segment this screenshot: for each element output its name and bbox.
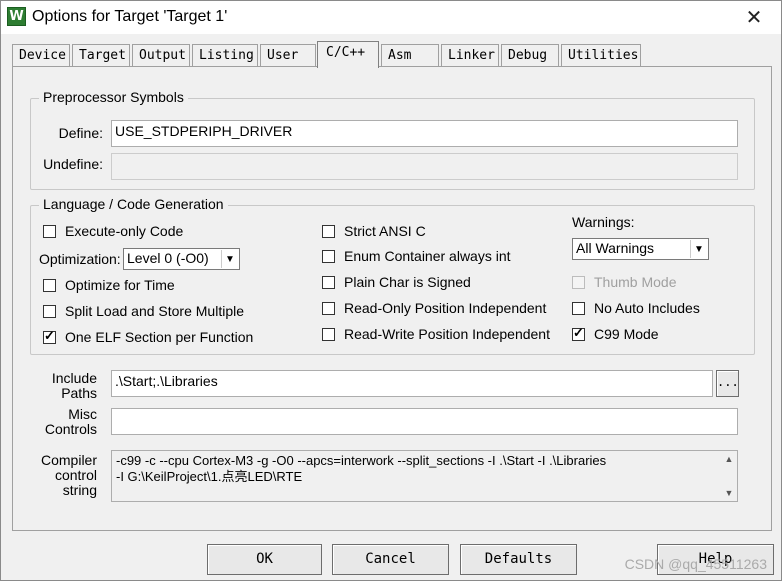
browse-include-button[interactable]: ... bbox=[716, 370, 739, 397]
strict-ansi-label: Strict ANSI C bbox=[344, 223, 426, 239]
vertical-scrollbar[interactable]: ▲ ▼ bbox=[721, 451, 737, 501]
compiler-line-1: -c99 -c --cpu Cortex-M3 -g -O0 --apcs=in… bbox=[116, 453, 607, 468]
chevron-down-icon[interactable]: ▼ bbox=[690, 240, 707, 258]
compiler-string-label: Compiler control string bbox=[31, 453, 97, 498]
thumb-mode-label: Thumb Mode bbox=[594, 274, 677, 290]
misc-controls-label: Misc Controls bbox=[31, 407, 97, 437]
compiler-label-line2: control bbox=[54, 467, 97, 483]
execute-only-label: Execute-only Code bbox=[65, 223, 184, 239]
tab-user[interactable]: User bbox=[260, 44, 316, 67]
rw-pi-checkbox[interactable]: Read-Write Position Independent bbox=[322, 326, 550, 342]
tab-output[interactable]: Output bbox=[132, 44, 190, 67]
c-cpp-panel: Preprocessor Symbols Define: USE_STDPERI… bbox=[12, 66, 772, 531]
enum-container-label: Enum Container always int bbox=[344, 248, 511, 264]
checkbox-box[interactable] bbox=[322, 301, 335, 315]
include-paths-input[interactable]: .\Start;.\Libraries bbox=[111, 370, 713, 397]
tab-utilities[interactable]: Utilities bbox=[561, 44, 641, 67]
strict-ansi-checkbox[interactable]: Strict ANSI C bbox=[322, 223, 426, 239]
thumb-mode-checkbox: Thumb Mode bbox=[572, 274, 676, 290]
tab-device[interactable]: Device bbox=[12, 44, 70, 67]
ro-pi-checkbox[interactable]: Read-Only Position Independent bbox=[322, 300, 546, 316]
include-label-line2: Paths bbox=[61, 385, 97, 401]
ro-pi-label: Read-Only Position Independent bbox=[344, 300, 547, 316]
tab-target[interactable]: Target bbox=[72, 44, 130, 67]
warnings-label: Warnings: bbox=[572, 214, 635, 230]
warnings-select[interactable]: All Warnings ▼ bbox=[572, 238, 709, 260]
c99-mode-label: C99 Mode bbox=[594, 326, 659, 342]
checkbox-box-checked[interactable] bbox=[43, 328, 56, 344]
checkbox-box[interactable] bbox=[43, 304, 56, 318]
defaults-button[interactable]: Defaults bbox=[460, 544, 577, 575]
plain-char-checkbox[interactable]: Plain Char is Signed bbox=[322, 274, 471, 290]
checkbox-box[interactable] bbox=[43, 278, 56, 292]
checkbox-box[interactable] bbox=[322, 224, 335, 238]
checkbox-box-checked[interactable] bbox=[572, 325, 585, 341]
split-load-label: Split Load and Store Multiple bbox=[65, 303, 244, 319]
compiler-line-2: -I G:\KeilProject\1.点亮LED\RTE bbox=[116, 469, 303, 484]
plain-char-label: Plain Char is Signed bbox=[344, 274, 471, 290]
optimization-select[interactable]: Level 0 (-O0) ▼ bbox=[123, 248, 240, 270]
compiler-label-line3: string bbox=[62, 482, 97, 498]
language-group-title: Language / Code Generation bbox=[39, 196, 228, 212]
checkbox-box[interactable] bbox=[322, 249, 335, 263]
one-elf-label: One ELF Section per Function bbox=[65, 329, 254, 345]
csdn-watermark: CSDN @qq_45511263 bbox=[624, 556, 767, 572]
chevron-down-icon[interactable]: ▼ bbox=[221, 250, 238, 268]
tab-linker[interactable]: Linker bbox=[441, 44, 499, 67]
no-auto-includes-label: No Auto Includes bbox=[594, 300, 700, 316]
tab-debug[interactable]: Debug bbox=[501, 44, 559, 67]
checkbox-box bbox=[572, 275, 585, 289]
split-load-checkbox[interactable]: Split Load and Store Multiple bbox=[43, 303, 244, 319]
window-title: Options for Target 'Target 1' bbox=[32, 8, 228, 25]
misc-label-line2: Controls bbox=[44, 421, 97, 437]
ok-button[interactable]: OK bbox=[207, 544, 322, 575]
include-label-line1: Include bbox=[51, 370, 97, 386]
tab-listing[interactable]: Listing bbox=[192, 44, 258, 67]
define-input[interactable]: USE_STDPERIPH_DRIVER bbox=[111, 120, 738, 147]
rw-pi-label: Read-Write Position Independent bbox=[344, 326, 550, 342]
c99-mode-checkbox[interactable]: C99 Mode bbox=[572, 325, 659, 342]
optimization-value: Level 0 (-O0) bbox=[127, 250, 209, 266]
tab-asm[interactable]: Asm bbox=[381, 44, 439, 67]
cancel-button[interactable]: Cancel bbox=[332, 544, 449, 575]
title-bar[interactable]: W Options for Target 'Target 1' ✕ bbox=[1, 1, 781, 34]
optimize-time-checkbox[interactable]: Optimize for Time bbox=[43, 277, 175, 293]
undefine-label: Undefine: bbox=[43, 156, 103, 172]
optimize-time-label: Optimize for Time bbox=[65, 277, 175, 293]
optimization-label: Optimization: bbox=[39, 251, 121, 267]
close-icon[interactable]: ✕ bbox=[741, 5, 767, 31]
compiler-control-string[interactable]: -c99 -c --cpu Cortex-M3 -g -O0 --apcs=in… bbox=[111, 450, 738, 502]
checkbox-box[interactable] bbox=[322, 275, 335, 289]
tab-c-cpp[interactable]: C/C++ bbox=[317, 41, 379, 68]
checkbox-box[interactable] bbox=[322, 327, 335, 341]
warnings-value: All Warnings bbox=[576, 240, 655, 256]
scroll-down-icon[interactable]: ▼ bbox=[721, 485, 737, 501]
no-auto-includes-checkbox[interactable]: No Auto Includes bbox=[572, 300, 700, 316]
compiler-label-line1: Compiler bbox=[40, 452, 97, 468]
undefine-input[interactable] bbox=[111, 153, 738, 180]
checkbox-box[interactable] bbox=[43, 224, 56, 238]
define-label: Define: bbox=[58, 125, 103, 141]
preprocessor-group-title: Preprocessor Symbols bbox=[39, 89, 188, 105]
scroll-up-icon[interactable]: ▲ bbox=[721, 451, 737, 467]
one-elf-checkbox[interactable]: One ELF Section per Function bbox=[43, 328, 254, 345]
include-paths-label: Include Paths bbox=[31, 371, 97, 401]
enum-container-checkbox[interactable]: Enum Container always int bbox=[322, 248, 511, 264]
checkbox-box[interactable] bbox=[572, 301, 585, 315]
keil-app-icon: W bbox=[7, 7, 26, 26]
execute-only-checkbox[interactable]: Execute-only Code bbox=[43, 223, 183, 239]
options-dialog: W Options for Target 'Target 1' ✕ Device… bbox=[0, 0, 782, 581]
misc-label-line1: Misc bbox=[68, 406, 97, 422]
misc-controls-input[interactable] bbox=[111, 408, 738, 435]
